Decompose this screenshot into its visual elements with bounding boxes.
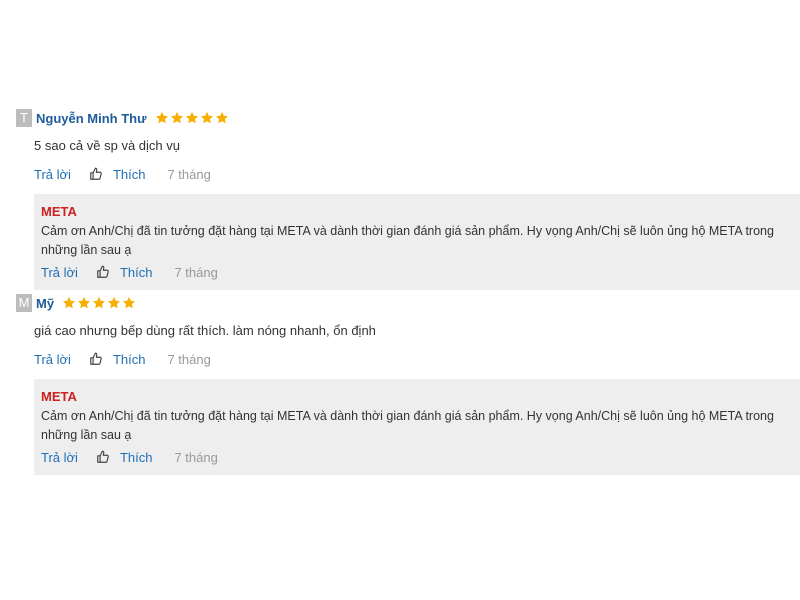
reply-content: Cảm ơn Anh/Chị đã tin tưởng đặt hàng tại…	[41, 224, 774, 257]
reply-time: 7 tháng	[174, 449, 218, 465]
like-link[interactable]: Thích	[113, 167, 146, 182]
reply-link[interactable]: Trả lời	[34, 167, 71, 182]
reply-author: META	[41, 204, 77, 219]
reply-time: 7 tháng	[174, 264, 218, 280]
review-time: 7 tháng	[167, 351, 211, 367]
review-header: M Mỹ	[16, 294, 800, 312]
review-actions: Trả lời Thích 7 tháng	[34, 164, 800, 184]
reply-actions: Trả lời Thích 7 tháng	[41, 262, 800, 282]
thumbs-up-icon[interactable]	[96, 265, 110, 279]
thumbs-up-icon[interactable]	[96, 450, 110, 464]
reply-link[interactable]: Trả lời	[41, 265, 78, 280]
star-icon	[92, 296, 106, 310]
avatar: M	[16, 294, 32, 312]
star-icon	[185, 111, 199, 125]
like-link[interactable]: Thích	[113, 352, 146, 367]
reply-actions: Trả lời Thích 7 tháng	[41, 447, 800, 467]
star-icon	[77, 296, 91, 310]
avatar: T	[16, 109, 32, 127]
thumbs-up-icon[interactable]	[89, 352, 103, 366]
author-name: Mỹ	[36, 295, 55, 311]
reply-link[interactable]: Trả lời	[34, 352, 71, 367]
review-content: giá cao nhưng bếp dùng rất thích. làm nó…	[34, 323, 376, 338]
review-header: T Nguyễn Minh Thư	[16, 109, 800, 127]
review-actions: Trả lời Thích 7 tháng	[34, 349, 800, 369]
star-icon	[155, 111, 169, 125]
star-rating	[155, 111, 230, 125]
author-name: Nguyễn Minh Thư	[36, 110, 147, 126]
star-icon	[215, 111, 229, 125]
like-link[interactable]: Thích	[120, 265, 153, 280]
review-item: M Mỹ giá cao nhưng bếp dùng rất thích. l…	[16, 294, 800, 475]
review-item: T Nguyễn Minh Thư 5 sao cả về sp và dịch…	[16, 109, 800, 290]
star-icon	[62, 296, 76, 310]
shop-reply: META Cảm ơn Anh/Chị đã tin tưởng đặt hàn…	[34, 194, 800, 290]
shop-reply: META Cảm ơn Anh/Chị đã tin tưởng đặt hàn…	[34, 379, 800, 475]
reply-author: META	[41, 389, 77, 404]
thumbs-up-icon[interactable]	[89, 167, 103, 181]
star-icon	[122, 296, 136, 310]
star-icon	[107, 296, 121, 310]
star-rating	[62, 296, 137, 310]
like-link[interactable]: Thích	[120, 450, 153, 465]
star-icon	[170, 111, 184, 125]
reply-content: Cảm ơn Anh/Chị đã tin tưởng đặt hàng tại…	[41, 409, 774, 442]
review-time: 7 tháng	[167, 166, 211, 182]
star-icon	[200, 111, 214, 125]
reply-link[interactable]: Trả lời	[41, 450, 78, 465]
review-content: 5 sao cả về sp và dịch vụ	[34, 138, 180, 153]
